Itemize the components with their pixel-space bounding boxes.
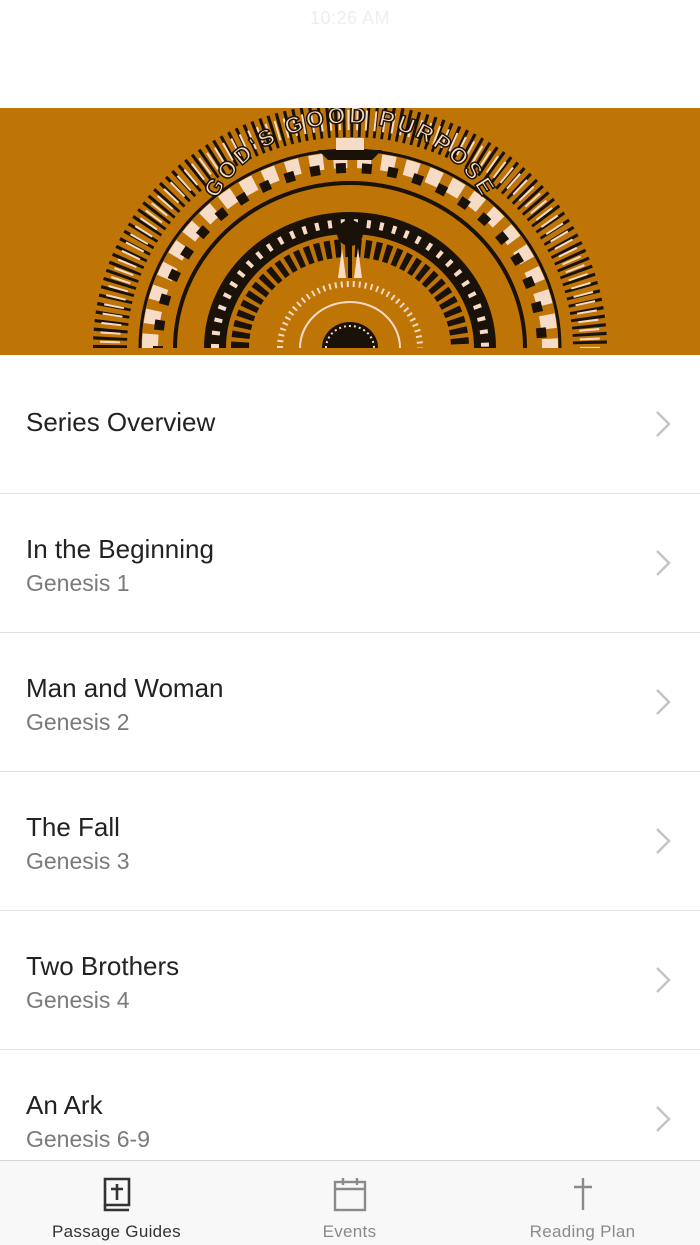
list-item-title: Series Overview — [26, 407, 216, 437]
chevron-right-icon — [656, 550, 671, 576]
list-item-title: The Fall — [26, 812, 120, 842]
chevron-right-icon — [656, 689, 671, 715]
tab-passage-guides[interactable]: Passage Guides — [0, 1161, 233, 1245]
list-item[interactable]: The Fall Genesis 3 — [0, 772, 700, 911]
cross-icon — [573, 1178, 592, 1210]
chevron-right-icon — [656, 828, 671, 854]
tab-label: Passage Guides — [52, 1222, 181, 1241]
tab-reading-plan[interactable]: Reading Plan — [466, 1161, 699, 1245]
tab-label: Events — [322, 1222, 377, 1241]
list-item-subtitle: Genesis 3 — [26, 848, 130, 874]
list-item-subtitle: Genesis 1 — [26, 570, 130, 596]
series-artwork: GOD'S GOOD PURPOSE — [93, 108, 607, 349]
list-item[interactable]: Two Brothers Genesis 4 — [0, 911, 700, 1050]
list-item[interactable]: In the Beginning Genesis 1 — [0, 494, 700, 633]
status-time: 10:26 AM — [309, 8, 391, 28]
list-item[interactable]: Man and Woman Genesis 2 — [0, 633, 700, 772]
bible-cross-icon — [103, 1177, 130, 1212]
series-banner: GOD'S GOOD PURPOSE — [0, 108, 700, 355]
list-item-title: Man and Woman — [26, 673, 224, 703]
chevron-right-icon — [656, 411, 671, 437]
status-bar: 10:26 AM — [0, 0, 700, 108]
list-item-title: An Ark — [26, 1090, 103, 1120]
list-item-subtitle: Genesis 4 — [26, 987, 130, 1013]
list-item-subtitle: Genesis 2 — [26, 709, 130, 735]
list-item-title: In the Beginning — [26, 534, 214, 564]
list-item-title: Two Brothers — [26, 951, 180, 981]
tab-events[interactable]: Events — [233, 1161, 466, 1245]
tab-label: Reading Plan — [529, 1222, 636, 1241]
calendar-icon — [333, 1178, 366, 1212]
list-item-subtitle: Genesis 6-9 — [26, 1126, 151, 1152]
chevron-right-icon — [656, 1106, 671, 1132]
chevron-right-icon — [656, 967, 671, 993]
passage-list: Series Overview In the Beginning Genesis… — [0, 355, 700, 1189]
tab-bar: Passage Guides Events Reading Plan — [0, 1160, 700, 1245]
list-item-series-overview[interactable]: Series Overview — [0, 355, 700, 494]
